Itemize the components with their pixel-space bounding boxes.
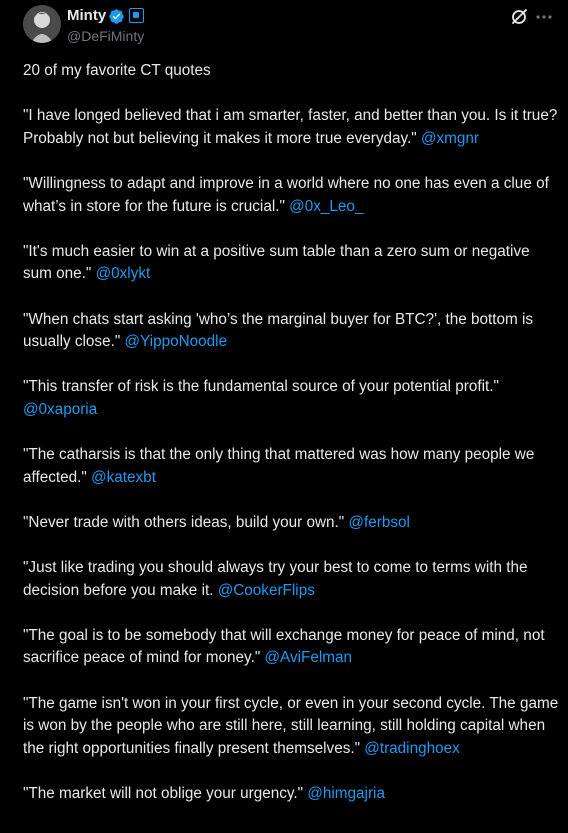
avatar[interactable] [23, 5, 61, 43]
quote-item: "When chats start asking 'who’s the marg… [23, 309, 559, 354]
quote-text: "The market will not oblige your urgency… [23, 785, 308, 802]
quote-text: "When chats start asking 'who’s the marg… [23, 310, 534, 351]
author-handle[interactable]: @DeFiMinty [67, 28, 144, 44]
affiliate-badge-icon[interactable] [129, 8, 144, 23]
mention-link[interactable]: @YippoNoodle [125, 333, 228, 350]
tweet-body: 20 of my favorite CT quotes "I have long… [23, 60, 559, 828]
quote-item: "Just like trading you should always try… [23, 557, 559, 602]
quote-item: "This transfer of risk is the fundamenta… [23, 376, 559, 421]
mention-link[interactable]: @xmgnr [421, 130, 479, 147]
grok-icon[interactable] [509, 7, 529, 27]
author-display-name[interactable]: Minty [67, 7, 106, 25]
quote-item: "It's much easier to win at a positive s… [23, 241, 559, 286]
quote-item: "I have longed believed that i am smarte… [23, 105, 559, 150]
tweet-card: Minty @DeFiMinty 20 of my favorite CT qu… [0, 0, 568, 833]
mention-link[interactable]: @0xlykt [96, 265, 151, 282]
mention-link[interactable]: @0x_Leo_ [289, 198, 363, 215]
quote-text: "Willingness to adapt and improve in a w… [23, 174, 549, 215]
avatar-image [23, 5, 61, 43]
mention-link[interactable]: @0xaporia [23, 401, 97, 418]
quote-text: "The game isn't won in your first cycle,… [23, 694, 559, 757]
mention-link[interactable]: @CookerFlips [218, 582, 315, 599]
mention-link[interactable]: @ferbsol [348, 514, 409, 531]
quote-item: "The catharsis is that the only thing th… [23, 444, 559, 489]
mention-link[interactable]: @katexbt [91, 469, 156, 486]
mention-link[interactable]: @tradinghoex [364, 740, 459, 757]
quote-list: "I have longed believed that i am smarte… [23, 105, 559, 805]
tweet-header: Minty @DeFiMinty [0, 0, 568, 52]
quote-text: "Never trade with others ideas, build yo… [23, 513, 349, 531]
quote-item: "The game isn't won in your first cycle,… [23, 693, 559, 761]
mention-link[interactable]: @himgajria [307, 785, 385, 802]
quote-text: "This transfer of risk is the fundamenta… [23, 378, 499, 396]
verified-badge-icon[interactable] [108, 8, 125, 25]
quote-item: "Never trade with others ideas, build yo… [23, 512, 559, 535]
quote-item: "The market will not oblige your urgency… [23, 783, 559, 806]
quote-item: "Willingness to adapt and improve in a w… [23, 173, 559, 218]
tweet-intro: 20 of my favorite CT quotes [23, 62, 211, 79]
more-options-icon[interactable] [535, 7, 553, 27]
mention-link[interactable]: @AviFelman [265, 649, 353, 666]
quote-item: "The goal is to be somebody that will ex… [23, 625, 559, 670]
